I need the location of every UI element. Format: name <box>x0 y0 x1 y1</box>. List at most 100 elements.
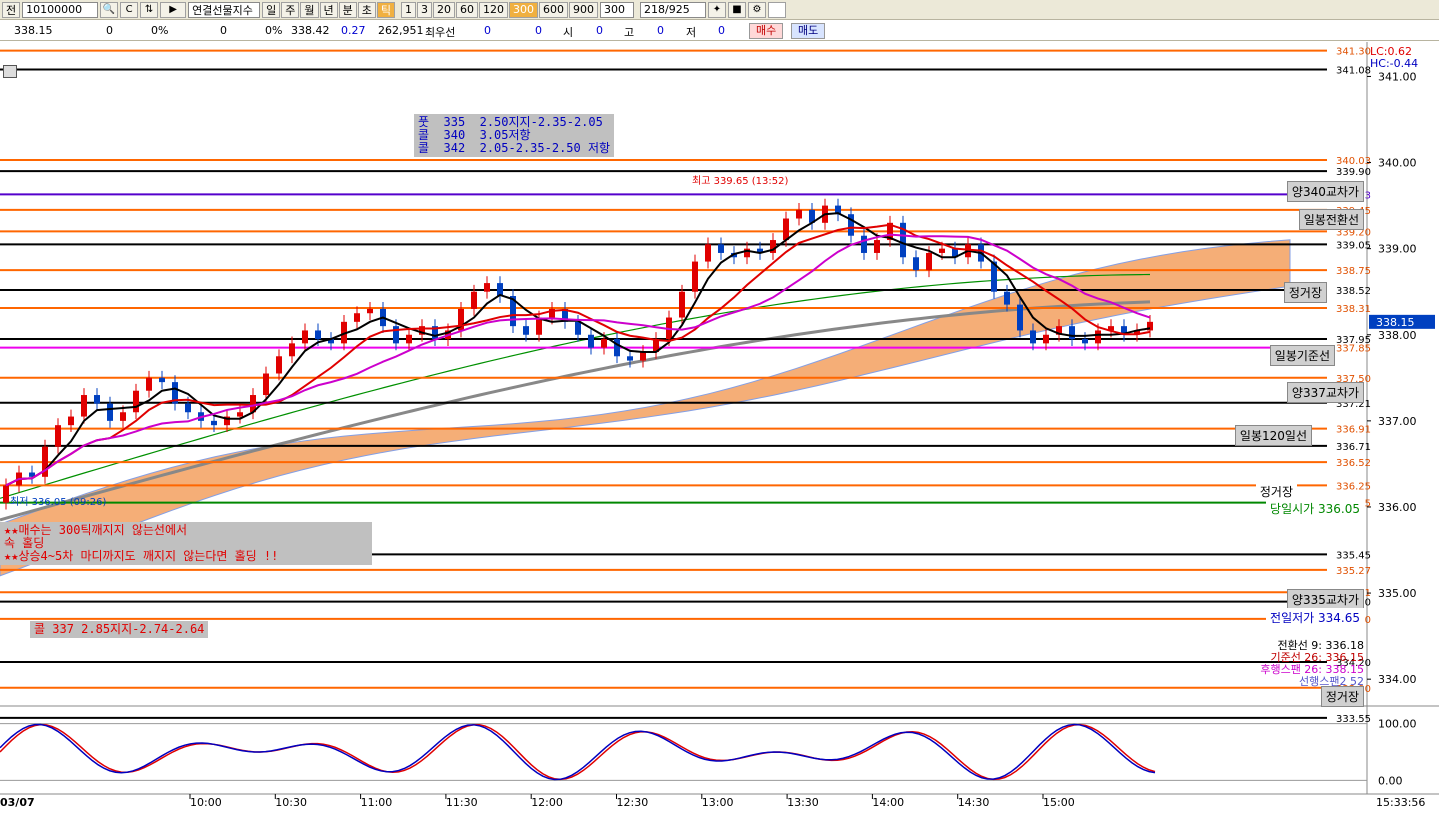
candle-body <box>1030 330 1036 344</box>
candle-body <box>718 244 724 253</box>
tick-tabs: 1 3 20 60 120 300 600 900 <box>401 1 598 18</box>
checkbox[interactable] <box>768 1 786 18</box>
settings-icon[interactable]: ⚙ <box>748 1 766 18</box>
candle-body <box>263 373 269 396</box>
quote-best2: 0 <box>535 24 542 37</box>
x-tick-label: 13:00 <box>701 796 734 809</box>
y-tick-label: 341.00 <box>1378 70 1417 83</box>
candle-body <box>679 291 685 318</box>
quote-open: 0 <box>596 24 603 37</box>
quote-v2: 0 <box>220 24 227 37</box>
tick-tab[interactable]: 300 <box>509 1 538 18</box>
quote-last: 338.42 <box>291 24 330 37</box>
tick-tab[interactable]: 3 <box>417 1 432 18</box>
tick-tab[interactable]: 120 <box>479 1 508 18</box>
price-level-label: 338.31 <box>1336 304 1371 315</box>
y-tick-label: 336.00 <box>1378 501 1417 514</box>
candle-body <box>354 313 360 322</box>
tick-tab[interactable]: 600 <box>539 1 568 18</box>
tick-select[interactable]: 300 <box>600 1 634 18</box>
instrument-name: 연결선물지수 <box>188 1 261 18</box>
candle-body <box>874 240 880 253</box>
tick-tab[interactable]: 1 <box>401 1 416 18</box>
label-open-price: 당일시가 336.05 <box>1266 499 1364 518</box>
menu-button[interactable]: 전 <box>2 1 21 18</box>
candle-body <box>94 395 100 404</box>
price-level-label: 338.52 <box>1336 286 1371 297</box>
lc-hc-readout: LC:0.62 HC:-0.44 <box>1370 46 1418 70</box>
x-tick-label: 14:00 <box>872 796 905 809</box>
x-tick-label: 12:30 <box>616 796 649 809</box>
chart-menu-icon[interactable] <box>3 65 17 78</box>
sell-button[interactable]: 매도 <box>791 23 826 39</box>
candle-body <box>939 248 945 253</box>
x-tick-label: 10:00 <box>190 796 222 809</box>
period-tab[interactable]: 일 <box>262 1 281 18</box>
legend-entry: 선행스팬2 52 <box>1299 675 1364 688</box>
clock: 15:33:56 <box>1376 796 1426 809</box>
buy-button[interactable]: 매수 <box>749 23 784 39</box>
candle-body <box>133 390 139 413</box>
tick-tab[interactable]: 900 <box>569 1 598 18</box>
x-tick-label: 11:00 <box>360 796 393 809</box>
price-level-label: 337.85 <box>1336 344 1371 355</box>
speaker-icon[interactable]: ▶ <box>160 1 187 18</box>
tick-tab[interactable]: 60 <box>456 1 478 18</box>
chart-area[interactable]: 341.30341.08340.03339.90339.63339.45339.… <box>0 42 1439 821</box>
candle-body <box>146 377 152 391</box>
candle-body <box>3 485 9 503</box>
x-tick-label: 11:30 <box>445 796 478 809</box>
date-label: 03/07 <box>0 796 35 809</box>
tools-icon[interactable]: ✦ <box>708 1 726 18</box>
search-icon[interactable]: 🔍 <box>100 1 119 18</box>
candle-body <box>289 343 295 357</box>
period-tab[interactable]: 주 <box>281 1 300 18</box>
candle-body <box>1082 339 1088 344</box>
quote-bar: 338.15 0 0% 0 0% 338.42 0.27 262,951 최우선… <box>0 21 1439 41</box>
quote-p1: 0% <box>151 24 169 37</box>
tick-tab[interactable]: 20 <box>433 1 455 18</box>
hc-value: HC:-0.44 <box>1370 57 1419 70</box>
price-level-label: 336.52 <box>1336 458 1371 469</box>
code-list-icon[interactable]: C <box>120 1 139 18</box>
save-icon[interactable]: ■ <box>728 1 746 18</box>
y-tick-label: 337.00 <box>1378 415 1417 428</box>
price-level-label: 341.08 <box>1336 66 1371 77</box>
candle-body <box>627 356 633 361</box>
period-tab[interactable]: 초 <box>357 1 376 18</box>
strategy-note: ★★매수는 300틱깨지지 않는선에서 속 홀딩 ★★상승4~5차 마디까지도 … <box>0 522 372 565</box>
period-tab[interactable]: 분 <box>338 1 357 18</box>
candle-body <box>55 425 61 447</box>
period-tab[interactable]: 년 <box>319 1 338 18</box>
candle-body <box>302 330 308 344</box>
label-prev-low: 전일저가 334.65 <box>1266 608 1364 627</box>
quote-open-label: 시 <box>563 26 574 39</box>
call-note: 콜 337 2.85지지-2.74-2.64 <box>30 621 209 638</box>
label-station-3: 정거장 <box>1320 686 1364 707</box>
candle-body <box>1004 291 1010 305</box>
quote-volume: 262,951 <box>378 24 424 37</box>
label-daily-conversion: 일봉전환선 <box>1298 209 1364 230</box>
y-tick-label: 340.00 <box>1378 157 1417 170</box>
period-tab[interactable]: 월 <box>300 1 319 18</box>
candle-body <box>640 351 646 361</box>
candle-body <box>913 257 919 271</box>
osc-axis-label: 0.00 <box>1378 774 1403 787</box>
candle-body <box>783 218 789 241</box>
period-tab[interactable]: 틱 <box>376 1 395 18</box>
stepper-icon[interactable]: ⇅ <box>140 1 159 18</box>
price-level-label: 339.90 <box>1336 167 1371 178</box>
quote-best1: 0 <box>484 24 491 37</box>
candle-body <box>1017 304 1023 331</box>
candle-body <box>237 412 243 417</box>
quote-best-label: 최우선 <box>425 26 456 39</box>
candle-body <box>588 334 594 348</box>
ichimoku-legend: 전환선 9: 336.18 기준선 26: 336.15 후행스팬 26: 338.… <box>1260 640 1364 688</box>
price-level-label: 335.27 <box>1336 566 1371 577</box>
y-tick-label: 338.00 <box>1378 329 1417 342</box>
x-tick-label: 10:30 <box>275 796 307 809</box>
code-input[interactable]: 10100000 <box>22 1 99 18</box>
y-tick-label: 339.00 <box>1378 243 1417 256</box>
candle-body <box>861 235 867 253</box>
price-level-label: 340.03 <box>1336 156 1371 167</box>
